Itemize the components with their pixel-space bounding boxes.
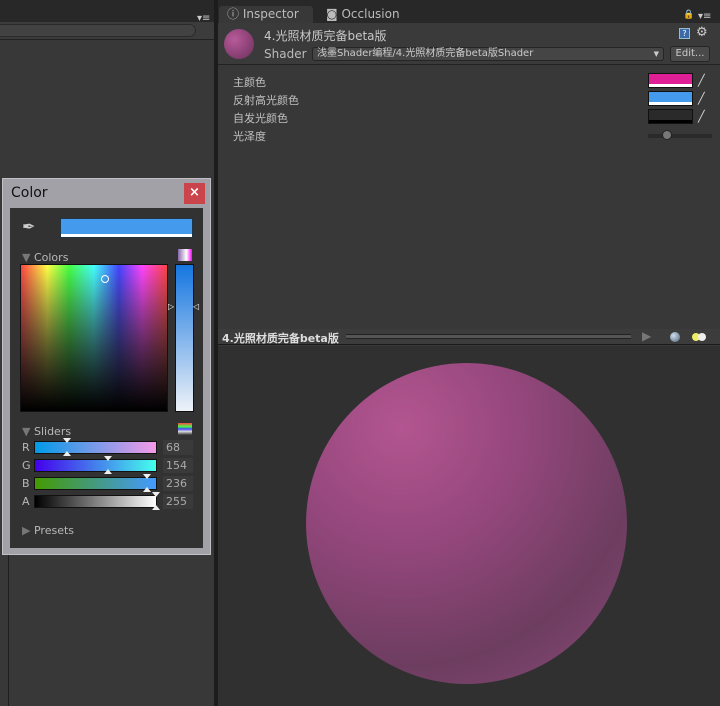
alpha-slider[interactable] xyxy=(34,495,157,508)
material-preview-icon xyxy=(224,29,254,59)
slider-handle[interactable] xyxy=(152,505,160,510)
color-picker-body: ✒ ▼ Colors ▷ ◁ ▼ Sliders R 68 G 154 B 23… xyxy=(10,208,203,548)
blue-slider[interactable] xyxy=(34,477,157,490)
material-header: 4.光照材质完备beta版 Shader 浅墨Shader编程/4.光照材质完备… xyxy=(218,23,720,65)
preview-title: 4.光照材质完备beta版 xyxy=(222,332,339,345)
alpha-value-field[interactable]: 255 xyxy=(163,494,193,509)
color-selector-handle[interactable] xyxy=(101,275,109,283)
triangle-right-icon: ▶ xyxy=(22,524,31,537)
tab-inspector[interactable]: ⓘ Inspector xyxy=(219,6,313,23)
lights-icon-secondary xyxy=(698,333,706,341)
preview-toolbar: 4.光照材质完备beta版 ▶ xyxy=(218,329,720,345)
window-title: Color xyxy=(11,185,48,201)
color-mode-icon[interactable] xyxy=(178,249,192,261)
lock-icon[interactable]: 🔒 xyxy=(683,10,694,20)
property-label: 反射高光颜色 xyxy=(233,94,299,107)
blue-value-field[interactable]: 236 xyxy=(163,476,193,491)
slider-arrow-icon: ▷ xyxy=(168,302,175,311)
eyedropper-icon[interactable]: ✒ xyxy=(22,217,35,236)
slider-handle[interactable] xyxy=(104,456,113,461)
panel-menu-icon[interactable]: ▾≡ xyxy=(197,13,210,24)
shader-dropdown[interactable]: 浅墨Shader编程/4.光照材质完备beta版Shader ▼ xyxy=(312,47,664,61)
occlusion-icon: ◙ xyxy=(326,7,342,21)
slider-handle[interactable] xyxy=(104,469,113,474)
current-color-swatch xyxy=(60,218,193,238)
property-label: 主颜色 xyxy=(233,76,266,89)
info-icon: ⓘ xyxy=(227,7,243,21)
edit-button[interactable]: Edit... xyxy=(670,46,710,62)
colors-foldout[interactable]: ▼ Colors xyxy=(22,251,68,264)
eyedropper-icon[interactable]: ╱ xyxy=(698,111,710,123)
shininess-slider[interactable] xyxy=(648,134,712,138)
green-value-field[interactable]: 154 xyxy=(163,458,193,473)
channel-label: A xyxy=(22,495,30,508)
close-button[interactable]: × xyxy=(184,183,205,204)
channel-label: B xyxy=(22,477,30,490)
slider-handle[interactable] xyxy=(152,492,160,497)
channel-label: R xyxy=(22,441,30,454)
tab-occlusion[interactable]: ◙ Occlusion xyxy=(318,6,408,23)
slider-thumb[interactable] xyxy=(662,130,672,140)
emission-color-swatch[interactable] xyxy=(648,109,693,124)
presets-foldout[interactable]: ▶ Presets xyxy=(22,524,74,537)
red-value-field[interactable]: 68 xyxy=(163,440,193,455)
main-color-swatch[interactable] xyxy=(648,73,693,88)
eyedropper-icon[interactable]: ╱ xyxy=(698,93,710,105)
property-label: 光泽度 xyxy=(233,130,266,143)
shader-value: 浅墨Shader编程/4.光照材质完备beta版Shader xyxy=(317,48,534,59)
specular-color-swatch[interactable] xyxy=(648,91,693,106)
gear-icon[interactable]: ⚙ xyxy=(696,25,708,40)
triangle-down-icon: ▼ xyxy=(22,251,31,264)
shader-label: Shader xyxy=(264,47,307,61)
value-slider[interactable] xyxy=(175,264,194,412)
red-slider[interactable] xyxy=(34,441,157,454)
slider-handle[interactable] xyxy=(63,451,72,456)
left-toolbar xyxy=(0,0,214,23)
inspector-panel: ⓘ Inspector ◙ Occlusion 🔒 ▾≡ 4.光照材质完备bet… xyxy=(218,0,720,706)
play-icon[interactable]: ▶ xyxy=(642,329,651,343)
slider-handle[interactable] xyxy=(142,474,151,479)
preview-sphere xyxy=(306,363,627,684)
help-icon[interactable]: ? xyxy=(679,28,690,39)
eyedropper-icon[interactable]: ╱ xyxy=(698,75,710,87)
slider-handle[interactable] xyxy=(63,438,72,443)
color-window: Color × ✒ ▼ Colors ▷ ◁ ▼ Sliders R 68 G … xyxy=(2,178,211,555)
sphere-mesh-icon[interactable] xyxy=(670,332,680,342)
divider xyxy=(8,555,9,706)
preview-drag-handle[interactable] xyxy=(346,334,631,339)
channel-label: G xyxy=(22,459,31,472)
slider-arrow-icon: ◁ xyxy=(193,302,200,311)
search-input[interactable] xyxy=(0,24,196,37)
green-slider[interactable] xyxy=(34,459,157,472)
property-label: 自发光颜色 xyxy=(233,112,288,125)
slider-mode-icon[interactable] xyxy=(178,423,192,435)
panel-menu-icon[interactable]: ▾≡ xyxy=(698,11,711,22)
triangle-down-icon: ▼ xyxy=(22,425,31,438)
chevron-down-icon: ▼ xyxy=(653,50,659,58)
hue-saturation-field[interactable] xyxy=(20,264,168,412)
sliders-foldout[interactable]: ▼ Sliders xyxy=(22,425,71,438)
slider-handle[interactable] xyxy=(142,487,151,492)
material-name: 4.光照材质完备beta版 xyxy=(264,29,387,43)
